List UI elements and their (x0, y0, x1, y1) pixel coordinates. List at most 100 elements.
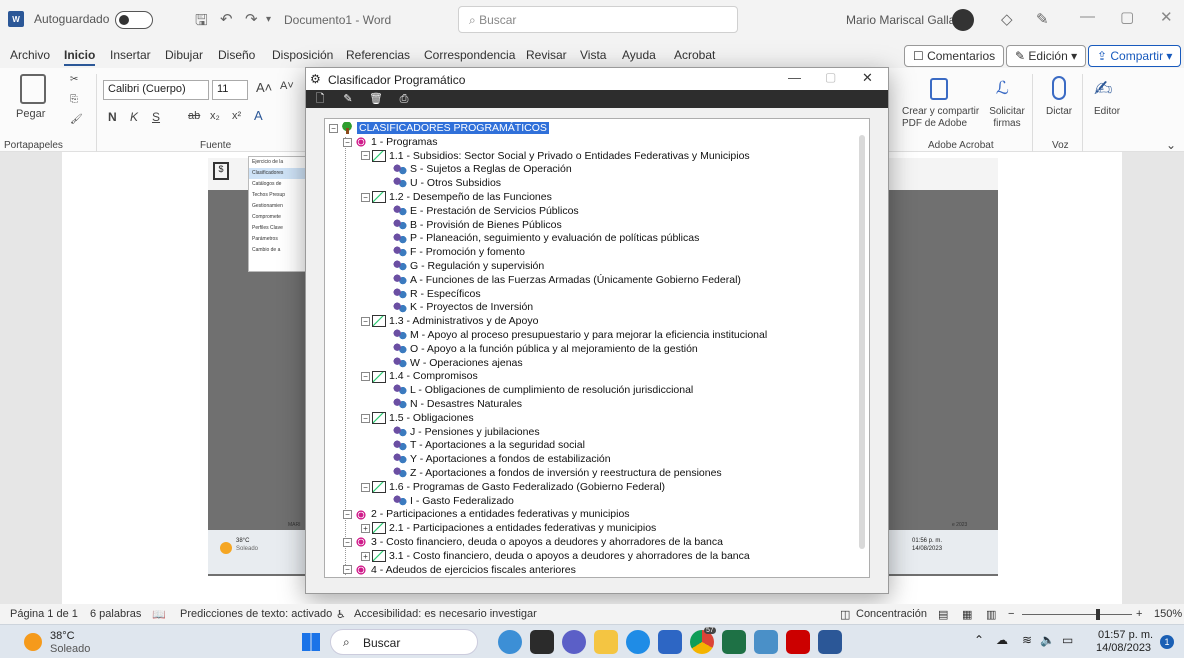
tree-node[interactable]: +2.1 - Participaciones a entidades feder… (361, 521, 656, 535)
new-icon[interactable]: 🗋 (312, 91, 328, 107)
close-button[interactable]: ✕ (1160, 8, 1173, 26)
menu-revisar[interactable]: Revisar (526, 48, 567, 62)
collapse-icon[interactable]: − (361, 413, 370, 423)
word-count[interactable]: 6 palabras (90, 608, 141, 620)
app-icon[interactable] (754, 630, 778, 654)
collapse-icon[interactable]: − (361, 482, 370, 492)
tree-node[interactable]: T - Aportaciones a la seguridad social (393, 438, 585, 452)
windows-start-icon[interactable] (302, 633, 320, 651)
search-input[interactable]: ⌕ Buscar (458, 6, 738, 33)
menu-ayuda[interactable]: Ayuda (622, 48, 656, 62)
tree-node[interactable]: − 1.5 - Obligaciones (361, 411, 474, 425)
menu-inicio[interactable]: Inicio (64, 48, 96, 66)
grow-font-icon[interactable]: A˄ (256, 80, 272, 95)
collapse-icon[interactable]: − (343, 510, 352, 520)
expand-icon[interactable]: + (361, 523, 370, 533)
web-layout-icon[interactable]: ▥ (986, 608, 996, 621)
tree-node[interactable]: − 1 - Programas (343, 135, 438, 149)
accessibility-status[interactable]: Accesibilidad: es necesario investigar (354, 608, 537, 620)
collapse-icon[interactable]: − (343, 137, 352, 147)
volume-icon[interactable]: 🔈 (1040, 633, 1055, 647)
collapse-ribbon-icon[interactable]: ⌄ (1166, 138, 1176, 152)
teams-icon[interactable] (562, 630, 586, 654)
edit-icon[interactable]: ✎ (340, 91, 356, 107)
edge-icon[interactable] (626, 630, 650, 654)
pen-icon[interactable]: ✎ (1036, 10, 1049, 28)
excel-icon[interactable] (722, 630, 746, 654)
zoom-in-button[interactable]: + (1136, 608, 1142, 620)
print-icon[interactable]: ⎙ (396, 91, 412, 107)
save-icon[interactable]: 🖫 (195, 10, 208, 35)
menu-correspondencia[interactable]: Correspondencia (424, 48, 515, 62)
focus-mode[interactable]: Concentración (856, 608, 927, 620)
minimize-button[interactable]: — (1080, 8, 1095, 25)
notification-badge[interactable]: 1 (1160, 635, 1174, 649)
dialog-title-bar[interactable]: ⚙ Clasificador Programático — ▢ ✕ (306, 68, 888, 90)
delete-icon[interactable]: 🗑 (368, 91, 384, 107)
menu-insertar[interactable]: Insertar (110, 48, 151, 62)
font-size-field[interactable]: 11 (212, 80, 248, 100)
tree-node[interactable]: M - Apoyo al proceso presupuestario y pa… (393, 328, 767, 342)
store-icon[interactable] (658, 630, 682, 654)
collapse-icon[interactable]: − (343, 565, 352, 575)
tree-node[interactable]: E - Prestación de Servicios Públicos (393, 204, 579, 218)
menu-diseno[interactable]: Diseño (218, 48, 255, 62)
print-layout-icon[interactable]: ▦ (962, 608, 972, 621)
text-effects-icon[interactable]: A (254, 108, 263, 123)
tree-node[interactable]: I - Gasto Federalizado (393, 494, 514, 508)
customize-quick-access-icon[interactable]: ▾ (266, 14, 271, 25)
tree-node[interactable]: L - Obligaciones de cumplimiento de reso… (393, 383, 693, 397)
cloud-icon[interactable]: ☁ (996, 633, 1008, 647)
task-view-icon[interactable] (530, 630, 554, 654)
weather-desc[interactable]: Soleado (50, 643, 90, 655)
tree-node[interactable]: R - Específicos (393, 287, 481, 301)
format-painter-icon[interactable]: 🖌 (70, 114, 83, 125)
tree-node[interactable]: − 1.1 - Subsidios: Sector Social y Privad… (361, 149, 750, 163)
tree-node[interactable]: P - Planeación, seguimiento y evaluación… (393, 231, 699, 245)
redo-icon[interactable]: ↷ (245, 10, 258, 28)
tree-node[interactable]: S - Sujetos a Reglas de Operación (393, 162, 572, 176)
zoom-slider-thumb[interactable] (1096, 609, 1100, 620)
paste-icon[interactable] (20, 74, 46, 104)
proofing-icon[interactable]: 📖 (152, 608, 166, 621)
clock-date[interactable]: 14/08/2023 (1096, 642, 1151, 654)
create-share-pdf-label[interactable]: Crear y compartir PDF de Adobe (902, 106, 990, 130)
tree-node[interactable]: O - Apoyo a la función pública y al mejo… (393, 342, 698, 356)
battery-icon[interactable]: ▭ (1062, 633, 1073, 647)
menu-archivo[interactable]: Archivo (10, 48, 50, 62)
menu-dibujar[interactable]: Dibujar (165, 48, 203, 62)
word-icon[interactable] (818, 630, 842, 654)
collapse-icon[interactable]: − (361, 316, 370, 326)
tree-node[interactable]: G - Regulación y supervisión (393, 259, 544, 273)
weather-temp[interactable]: 38°C (50, 630, 75, 642)
expand-icon[interactable]: + (361, 551, 370, 561)
copy-icon[interactable]: ⎘ (70, 94, 78, 105)
read-mode-icon[interactable]: ▤ (938, 608, 948, 621)
share-pdf-icon[interactable] (930, 78, 948, 100)
collapse-icon[interactable]: − (361, 372, 370, 382)
taskbar-search[interactable]: ⌕ Buscar (330, 629, 478, 655)
bold-button[interactable]: N (108, 110, 117, 124)
avatar[interactable] (952, 9, 974, 31)
tree-node[interactable]: − CLASIFICADORES PROGRAMÁTICOS (329, 121, 549, 135)
tree-node[interactable]: Z - Aportaciones a fondos de inversión y… (393, 466, 722, 480)
tree-node[interactable]: N - Desastres Naturales (393, 397, 522, 411)
tree-node[interactable]: J - Pensiones y jubilaciones (393, 425, 540, 439)
paste-label[interactable]: Pegar (16, 108, 45, 120)
strikethrough-icon[interactable]: ab (188, 110, 200, 122)
dialog-maximize-button[interactable]: ▢ (825, 70, 836, 84)
acrobat-icon[interactable] (786, 630, 810, 654)
dialog-close-button[interactable]: ✕ (862, 70, 873, 86)
tree-node[interactable]: B - Provisión de Bienes Públicos (393, 218, 562, 232)
menu-disposicion[interactable]: Disposición (272, 48, 333, 62)
tree-node[interactable]: A - Funciones de las Fuerzas Armadas (Ún… (393, 273, 741, 287)
tree-scrollbar[interactable] (859, 135, 865, 549)
file-explorer-icon[interactable] (594, 630, 618, 654)
tree-node[interactable]: Y - Aportaciones a fondos de estabilizac… (393, 452, 611, 466)
tree-node[interactable]: − 1.2 - Desempeño de las Funciones (361, 190, 552, 204)
menu-vista[interactable]: Vista (580, 48, 606, 62)
collapse-icon[interactable]: − (343, 537, 352, 547)
dictate-label[interactable]: Dictar (1046, 106, 1072, 117)
text-predictions[interactable]: Predicciones de texto: activado (180, 608, 332, 620)
subscript-icon[interactable]: x₂ (210, 110, 220, 122)
